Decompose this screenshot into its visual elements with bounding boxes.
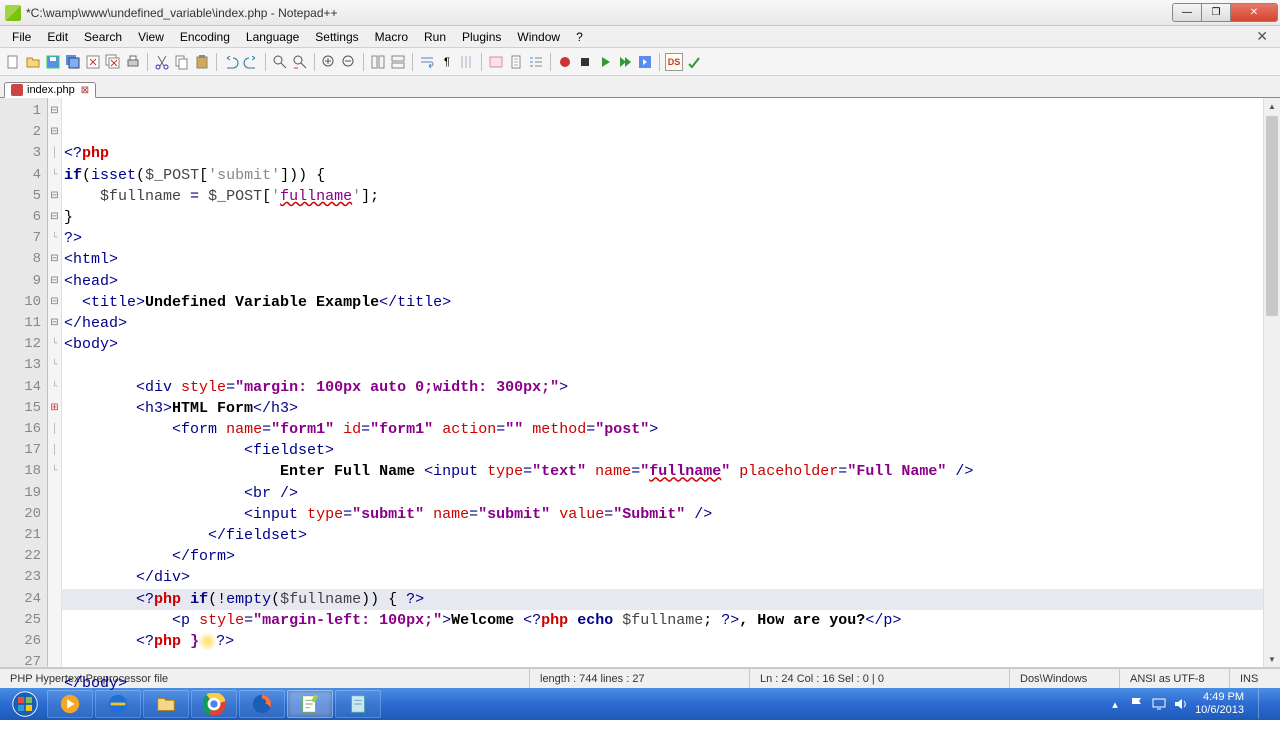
vertical-scrollbar[interactable]: ▲ ▼ (1263, 98, 1280, 667)
code-area[interactable]: <?php if(isset($_POST['submit'])) { $ful… (62, 98, 1263, 667)
record-macro-icon[interactable] (556, 53, 574, 71)
fold-column[interactable] (48, 98, 62, 667)
start-button[interactable] (4, 689, 46, 719)
scroll-thumb[interactable] (1266, 116, 1278, 316)
indent-guide-icon[interactable] (458, 53, 476, 71)
window-controls: — ❐ ✕ (1173, 3, 1278, 23)
menu-macro[interactable]: Macro (367, 28, 416, 46)
line-number-gutter: 1234567891011121314151617181920212223242… (0, 98, 48, 667)
menu-file[interactable]: File (4, 28, 39, 46)
toolbar: ¶ DS (0, 48, 1280, 76)
function-list-icon[interactable] (527, 53, 545, 71)
stop-macro-icon[interactable] (576, 53, 594, 71)
zoom-in-icon[interactable] (320, 53, 338, 71)
menu-run[interactable]: Run (416, 28, 454, 46)
minimize-button[interactable]: — (1172, 3, 1202, 22)
doc-map-icon[interactable] (507, 53, 525, 71)
redo-icon[interactable] (242, 53, 260, 71)
save-all-icon[interactable] (64, 53, 82, 71)
zoom-out-icon[interactable] (340, 53, 358, 71)
spell-check-icon[interactable] (685, 53, 703, 71)
tab-index-php[interactable]: index.php ⊠ (4, 82, 96, 98)
window-title: *C:\wamp\www\undefined_variable\index.ph… (26, 6, 1173, 20)
editor: 1234567891011121314151617181920212223242… (0, 98, 1280, 668)
save-macro-icon[interactable] (636, 53, 654, 71)
scroll-up-icon[interactable]: ▲ (1264, 98, 1280, 114)
paste-icon[interactable] (193, 53, 211, 71)
menu-help[interactable]: ? (568, 28, 591, 46)
scroll-down-icon[interactable]: ▼ (1264, 651, 1280, 667)
menu-search[interactable]: Search (76, 28, 130, 46)
close-all-icon[interactable] (104, 53, 122, 71)
play-macro-icon[interactable] (596, 53, 614, 71)
menu-settings[interactable]: Settings (307, 28, 366, 46)
wrap-icon[interactable] (418, 53, 436, 71)
maximize-button[interactable]: ❐ (1201, 3, 1231, 22)
menu-language[interactable]: Language (238, 28, 307, 46)
menu-window[interactable]: Window (509, 28, 568, 46)
tab-bar: index.php ⊠ (0, 76, 1280, 98)
menu-encoding[interactable]: Encoding (172, 28, 238, 46)
menu-close-x[interactable]: ✕ (1248, 28, 1276, 45)
open-file-icon[interactable] (24, 53, 42, 71)
play-multi-icon[interactable] (616, 53, 634, 71)
replace-icon[interactable] (291, 53, 309, 71)
tab-label: index.php (27, 84, 75, 96)
close-file-icon[interactable] (84, 53, 102, 71)
language-udl-icon[interactable] (487, 53, 505, 71)
copy-icon[interactable] (173, 53, 191, 71)
close-button[interactable]: ✕ (1230, 3, 1278, 22)
menu-bar: File Edit Search View Encoding Language … (0, 26, 1280, 48)
tab-close-icon[interactable]: ⊠ (81, 85, 89, 96)
save-icon[interactable] (44, 53, 62, 71)
menu-view[interactable]: View (130, 28, 172, 46)
menu-plugins[interactable]: Plugins (454, 28, 509, 46)
sync-h-icon[interactable] (389, 53, 407, 71)
print-icon[interactable] (124, 53, 142, 71)
undo-icon[interactable] (222, 53, 240, 71)
file-type-icon (11, 84, 23, 96)
show-all-chars-icon[interactable]: ¶ (438, 53, 456, 71)
title-bar: *C:\wamp\www\undefined_variable\index.ph… (0, 0, 1280, 26)
app-icon (5, 5, 21, 21)
find-icon[interactable] (271, 53, 289, 71)
new-file-icon[interactable] (4, 53, 22, 71)
dbg-icon[interactable]: DS (665, 53, 683, 71)
sync-v-icon[interactable] (369, 53, 387, 71)
menu-edit[interactable]: Edit (39, 28, 76, 46)
cut-icon[interactable] (153, 53, 171, 71)
